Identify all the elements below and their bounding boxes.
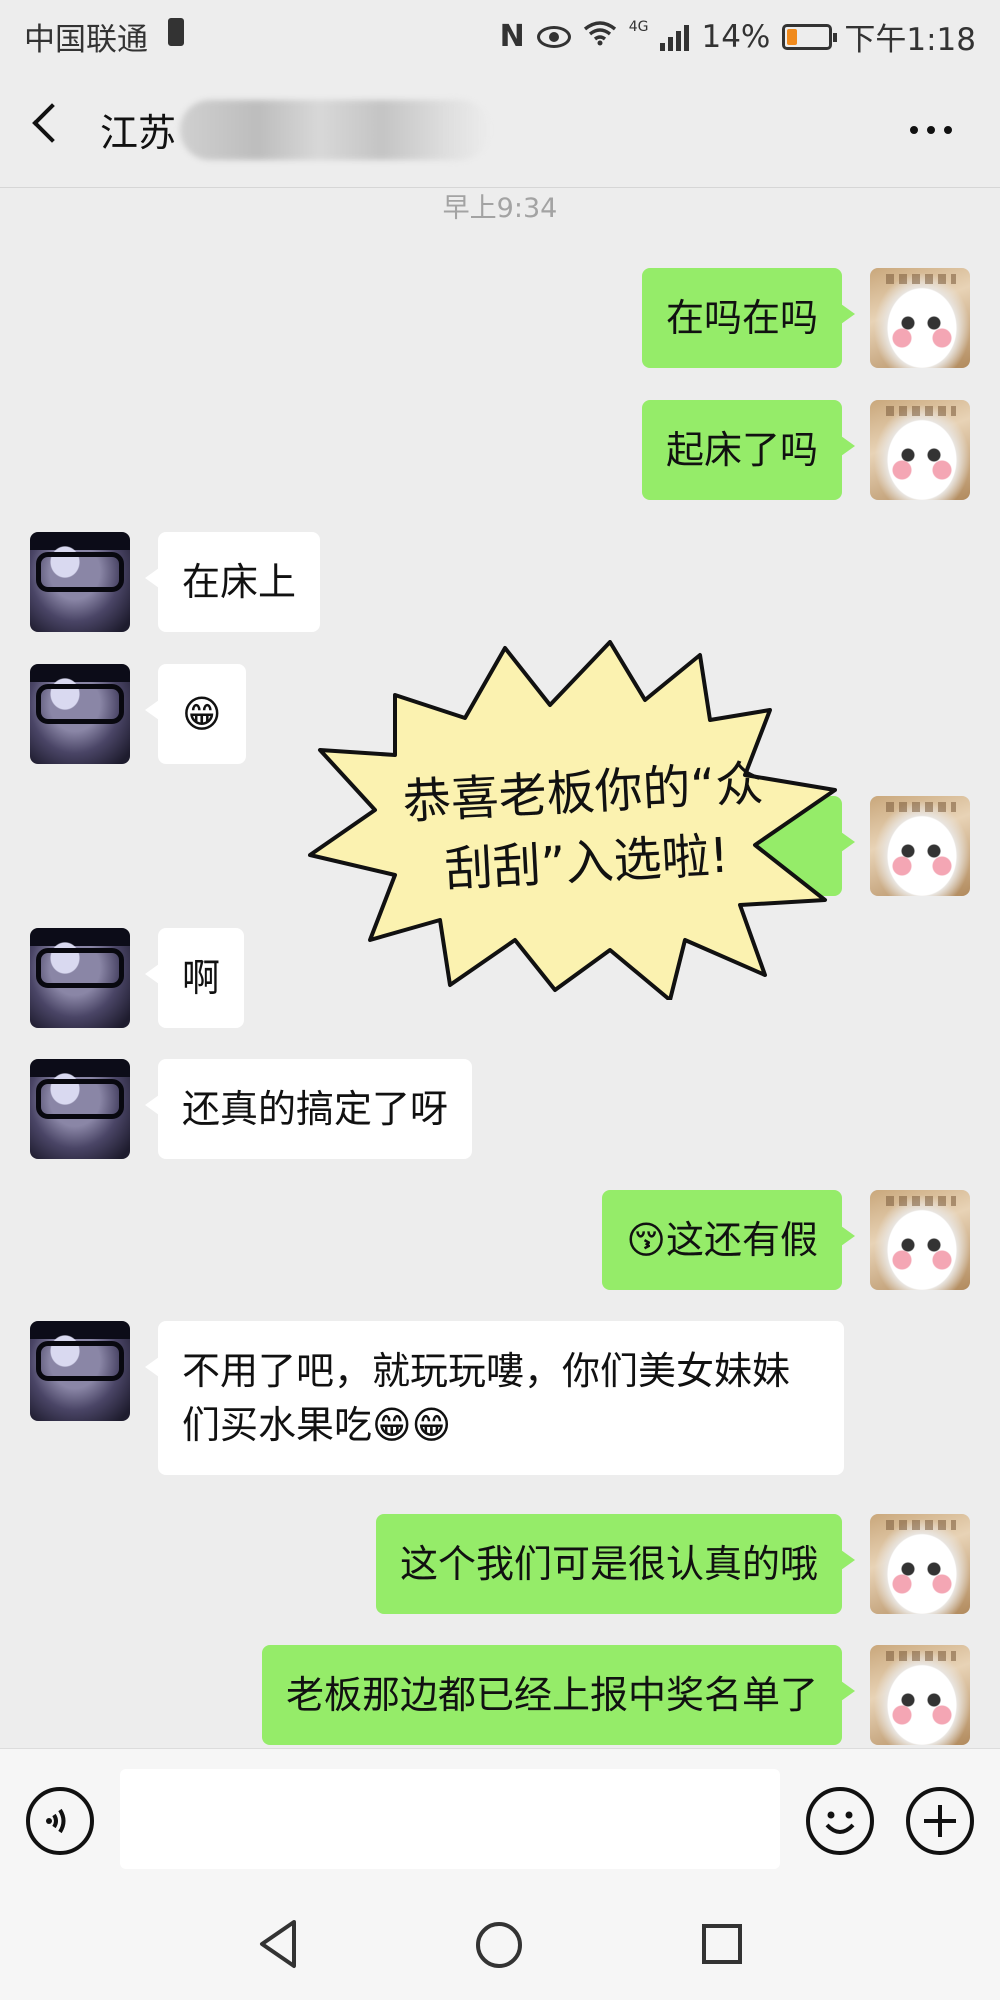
clock: 下午1:18 xyxy=(844,22,976,58)
emoji-icon[interactable] xyxy=(806,1787,874,1855)
title-redaction-blur xyxy=(180,100,490,160)
nav-back-icon[interactable] xyxy=(256,1918,300,1970)
congratulations-sticker: 恭喜老板你的“众刮刮”入选啦! xyxy=(300,640,840,1002)
contact-avatar[interactable] xyxy=(30,1059,130,1159)
battery-icon xyxy=(782,23,838,50)
incoming-message[interactable]: 啊 xyxy=(144,928,245,1028)
message-timestamp: 早上9:34 xyxy=(442,193,558,224)
eye-comfort-icon xyxy=(536,25,571,48)
more-options-icon[interactable] xyxy=(910,126,952,134)
back-icon[interactable] xyxy=(32,103,72,143)
my-avatar[interactable] xyxy=(870,400,970,500)
contact-avatar[interactable] xyxy=(30,928,130,1028)
contact-avatar[interactable] xyxy=(30,1321,130,1421)
my-avatar[interactable] xyxy=(870,1514,970,1614)
my-avatar[interactable] xyxy=(870,268,970,368)
my-avatar[interactable] xyxy=(870,1645,970,1745)
my-avatar[interactable] xyxy=(870,1190,970,1290)
nav-recent-apps-icon[interactable] xyxy=(702,1924,742,1964)
voice-icon[interactable] xyxy=(26,1787,94,1855)
my-avatar[interactable] xyxy=(870,796,970,896)
navigation-bar xyxy=(0,1888,1000,2000)
outgoing-message[interactable]: 老板那边都已经上报中奖名单了 xyxy=(261,1645,856,1745)
outgoing-message[interactable]: 在吗在吗 xyxy=(641,268,856,368)
nav-home-icon[interactable] xyxy=(476,1922,522,1968)
carrier-label: 中国联通 xyxy=(24,22,148,58)
message-input[interactable] xyxy=(120,1769,780,1869)
incoming-message[interactable]: 😁 xyxy=(145,664,246,764)
input-bar xyxy=(0,1748,1000,1888)
contact-avatar[interactable] xyxy=(30,664,130,764)
outgoing-message[interactable]: 😚这还有假 xyxy=(602,1190,855,1290)
network-type-label: 4G xyxy=(628,18,649,35)
status-icons: N 4G 14% 下午1:18 xyxy=(500,14,976,59)
chat-header: 江苏 xyxy=(0,66,1000,188)
incoming-message[interactable]: 在床上 xyxy=(144,532,321,632)
outgoing-message[interactable]: 起床了吗 xyxy=(641,400,856,500)
sim-card-icon xyxy=(168,18,184,46)
wifi-icon xyxy=(583,20,617,53)
contact-avatar[interactable] xyxy=(30,532,130,632)
sticker-text: 恭喜老板你的“众刮刮”入选啦! xyxy=(401,755,765,899)
battery-percent: 14% xyxy=(701,18,771,55)
outgoing-message[interactable]: 这个我们可是很认真的哦 xyxy=(375,1514,856,1614)
chat-title: 江苏 xyxy=(100,111,177,155)
status-bar: 中国联通 N 4G 14% 下午1:18 xyxy=(0,0,1000,66)
incoming-message[interactable]: 不用了吧，就玩玩嘍，你们美女妹妹们买水果吃😁😁 xyxy=(145,1321,844,1475)
signal-strength-icon xyxy=(660,23,690,51)
nfc-icon: N xyxy=(499,19,525,54)
plus-icon[interactable] xyxy=(906,1787,974,1855)
incoming-message[interactable]: 还真的搞定了呀 xyxy=(144,1059,473,1159)
